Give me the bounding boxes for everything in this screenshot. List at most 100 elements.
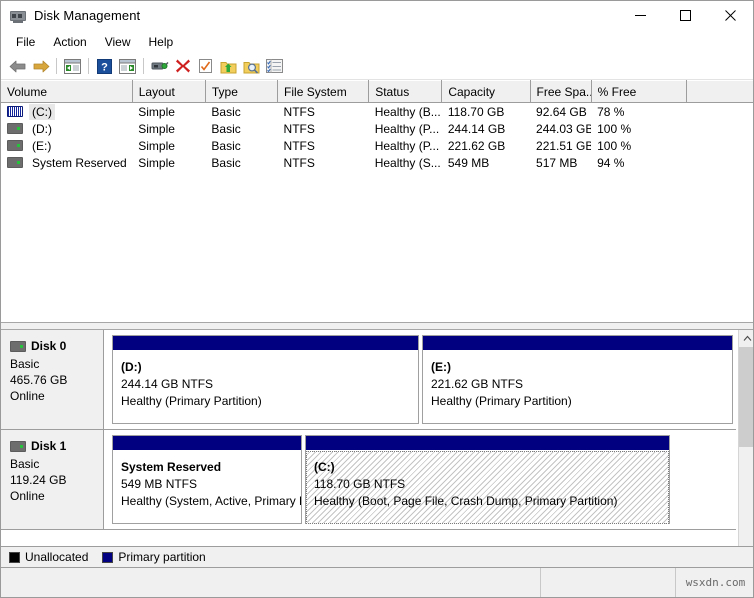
- disk-state: Online: [10, 388, 103, 404]
- status-cell-middle: [541, 568, 676, 598]
- volume-name: (E:): [29, 138, 54, 154]
- status-cell-left: [1, 568, 541, 598]
- partition-system-reserved[interactable]: System Reserved 549 MB NTFS Healthy (Sys…: [112, 435, 302, 524]
- disk-type: Basic: [10, 356, 103, 372]
- column-header-volume[interactable]: Volume: [1, 81, 132, 103]
- disk-icon: [10, 441, 26, 452]
- volume-table-body: (C:) Simple Basic NTFS Healthy (B... 118…: [1, 103, 754, 172]
- partition-body: (D:) 244.14 GB NTFS Healthy (Primary Par…: [113, 351, 418, 410]
- disk-title-0: Disk 0: [10, 339, 103, 353]
- cell-volume: (C:): [1, 103, 132, 121]
- partition-size-fs: 244.14 GB NTFS: [121, 376, 418, 393]
- legend-item-unallocated[interactable]: Unallocated: [9, 550, 88, 564]
- cell-percent-free: 100 %: [591, 120, 686, 137]
- cell-percent-free: 94 %: [591, 154, 686, 171]
- partition-label: (D:): [121, 359, 418, 376]
- close-button[interactable]: [708, 1, 753, 30]
- column-header-free-space[interactable]: Free Spa...: [530, 81, 591, 103]
- cell-layout: Simple: [132, 154, 205, 171]
- maximize-button[interactable]: [663, 1, 708, 30]
- column-header-capacity[interactable]: Capacity: [442, 81, 530, 103]
- disk-title-1: Disk 1: [10, 439, 103, 453]
- show-hide-action-pane-icon[interactable]: [116, 55, 139, 77]
- cell-type: Basic: [205, 137, 277, 154]
- export-list-icon[interactable]: [217, 55, 240, 77]
- volume-list-pane[interactable]: Volume Layout Type File System Status Ca…: [1, 80, 754, 322]
- cell-status: Healthy (B...: [369, 103, 442, 121]
- column-header-file-system[interactable]: File System: [278, 81, 369, 103]
- column-header-percent-free[interactable]: % Free: [591, 81, 686, 103]
- volume-icon: [7, 157, 23, 168]
- partition-status: Healthy (Primary Partition): [121, 393, 418, 410]
- cell-volume: (E:): [1, 137, 132, 154]
- disk-info-0[interactable]: Disk 0 Basic 465.76 GB Online: [1, 330, 104, 429]
- volume-name: (C:): [29, 104, 55, 120]
- help-icon[interactable]: ?: [93, 55, 116, 77]
- disk-state: Online: [10, 488, 103, 504]
- detail-view-icon[interactable]: [263, 55, 286, 77]
- cell-type: Basic: [205, 103, 277, 121]
- cell-capacity: 244.14 GB: [442, 120, 530, 137]
- partition-c[interactable]: (C:) 118.70 GB NTFS Healthy (Boot, Page …: [305, 435, 670, 524]
- partition-label: (E:): [431, 359, 732, 376]
- cell-capacity: 549 MB: [442, 154, 530, 171]
- show-hide-console-tree-icon[interactable]: [61, 55, 84, 77]
- table-row[interactable]: (C:) Simple Basic NTFS Healthy (B... 118…: [1, 103, 754, 121]
- disk-name: Disk 0: [31, 339, 66, 353]
- column-header-status[interactable]: Status: [369, 81, 442, 103]
- menu-action[interactable]: Action: [44, 32, 95, 52]
- legend-bar: Unallocated Primary partition: [1, 546, 754, 567]
- cell-status: Healthy (P...: [369, 120, 442, 137]
- volume-table-header: Volume Layout Type File System Status Ca…: [1, 81, 754, 103]
- cell-filler: [686, 137, 754, 154]
- column-header-type[interactable]: Type: [205, 81, 277, 103]
- toolbar-separator: [143, 58, 144, 74]
- title-bar: Disk Management: [1, 1, 753, 30]
- table-row[interactable]: (E:) Simple Basic NTFS Healthy (P... 221…: [1, 137, 754, 154]
- partition-e[interactable]: (E:) 221.62 GB NTFS Healthy (Primary Par…: [422, 335, 733, 424]
- column-header-layout[interactable]: Layout: [132, 81, 205, 103]
- pane-splitter[interactable]: [1, 322, 754, 330]
- legend-label-primary-partition: Primary partition: [118, 550, 205, 564]
- cell-file-system: NTFS: [278, 103, 369, 121]
- partition-color-bar: [113, 436, 301, 451]
- disk-management-icon: [10, 8, 26, 24]
- forward-arrow-icon[interactable]: [29, 55, 52, 77]
- status-bar: wsxdn.com: [1, 567, 754, 597]
- minimize-button[interactable]: [618, 1, 663, 30]
- disk-info-1[interactable]: Disk 1 Basic 119.24 GB Online: [1, 430, 104, 529]
- window-title: Disk Management: [34, 8, 140, 23]
- menu-view[interactable]: View: [96, 32, 140, 52]
- partition-color-bar: [423, 336, 732, 351]
- find-icon[interactable]: [240, 55, 263, 77]
- scrollbar-thumb[interactable]: [739, 347, 754, 447]
- menu-file[interactable]: File: [7, 32, 44, 52]
- rescan-disks-icon[interactable]: [194, 55, 217, 77]
- table-row[interactable]: (D:) Simple Basic NTFS Healthy (P... 244…: [1, 120, 754, 137]
- cell-file-system: NTFS: [278, 120, 369, 137]
- delete-icon[interactable]: [171, 55, 194, 77]
- disk-size: 119.24 GB: [10, 472, 103, 488]
- legend-item-primary-partition[interactable]: Primary partition: [102, 550, 205, 564]
- table-row[interactable]: System Reserved Simple Basic NTFS Health…: [1, 154, 754, 171]
- toolbar-separator: [88, 58, 89, 74]
- column-header-filler[interactable]: [686, 81, 754, 103]
- legend-swatch-unallocated: [9, 552, 20, 563]
- properties-icon[interactable]: [148, 55, 171, 77]
- cell-percent-free: 100 %: [591, 137, 686, 154]
- scroll-up-button[interactable]: [739, 330, 754, 347]
- partition-d[interactable]: (D:) 244.14 GB NTFS Healthy (Primary Par…: [112, 335, 419, 424]
- boot-volume-icon: [7, 106, 23, 117]
- partition-status: Healthy (Primary Partition): [431, 393, 732, 410]
- volume-icon: [7, 123, 23, 134]
- cell-volume: (D:): [1, 120, 132, 137]
- back-arrow-icon[interactable]: [6, 55, 29, 77]
- disk-row-0: Disk 0 Basic 465.76 GB Online (D:) 244.1…: [1, 330, 736, 430]
- watermark: wsxdn.com: [676, 568, 754, 598]
- menu-help[interactable]: Help: [140, 32, 183, 52]
- cell-file-system: NTFS: [278, 137, 369, 154]
- legend-label-unallocated: Unallocated: [25, 550, 88, 564]
- partition-label: (C:): [314, 459, 668, 476]
- volume-name: (D:): [29, 121, 55, 137]
- cell-volume: System Reserved: [1, 154, 132, 171]
